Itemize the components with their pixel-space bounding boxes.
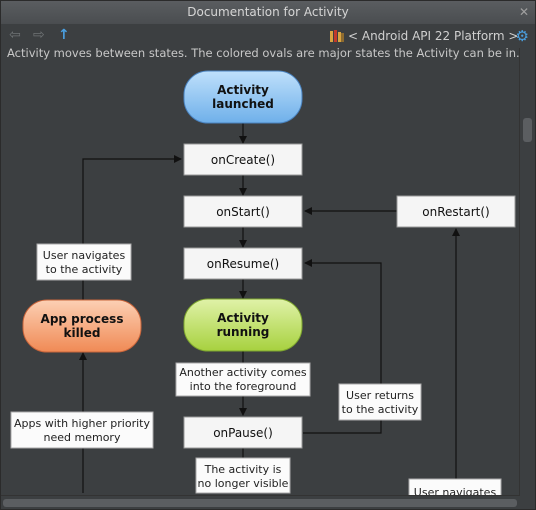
up-arrow-icon[interactable]: ↑	[58, 27, 70, 43]
title-bar: Documentation for Activity ✕	[1, 1, 535, 25]
note-priority: Apps with higher priority need memory	[10, 411, 154, 449]
documentation-window: Documentation for Activity ✕ ⇦ ⇨ ↑ < And…	[0, 0, 536, 510]
note-not-visible: The activity is no longer visible	[195, 457, 291, 494]
horizontal-scrollbar[interactable]	[1, 495, 520, 509]
note-foreground-line1: Another activity comes	[179, 366, 307, 379]
pin-icon[interactable]: ✕	[519, 5, 529, 19]
state-launched: Activity launched	[183, 70, 303, 124]
library-icon	[330, 30, 344, 42]
state-running-line2: running	[217, 325, 270, 339]
method-onresume: onResume()	[183, 247, 303, 280]
note-foreground: Another activity comes into the foregrou…	[175, 362, 311, 397]
window-title: Documentation for Activity	[187, 5, 349, 19]
state-launched-line2: launched	[212, 97, 274, 111]
platform-label: < Android API 22 Platform >	[348, 29, 519, 43]
vertical-scrollbar[interactable]	[519, 48, 535, 495]
note-user-returns-line2: to the activity	[342, 403, 419, 416]
state-running-line1: Activity	[217, 311, 269, 325]
method-onstart-label: onStart()	[216, 205, 270, 219]
method-onrestart-label: onRestart()	[422, 205, 489, 219]
vertical-scroll-thumb[interactable]	[523, 118, 532, 142]
back-arrow-icon[interactable]: ⇦	[9, 27, 21, 43]
state-running: Activity running	[183, 298, 303, 352]
horizontal-scroll-thumb[interactable]	[3, 499, 517, 507]
note-user-navigates-line1: User navigates	[43, 249, 126, 262]
note-not-visible-line1: The activity is	[204, 463, 282, 476]
method-onstart: onStart()	[183, 195, 303, 228]
note-priority-line2: need memory	[44, 431, 121, 444]
documentation-content: Activity moves between states. The color…	[1, 48, 520, 495]
state-killed-line1: App process	[41, 312, 124, 326]
note-user-navigates-2-line1: User navigates	[414, 486, 497, 495]
note-foreground-line2: into the foreground	[190, 380, 297, 393]
method-onpause-label: onPause()	[213, 426, 273, 440]
state-launched-line1: Activity	[217, 83, 269, 97]
activity-lifecycle-diagram: Activity launched Activity running App p…	[10, 70, 516, 495]
toolbar: ⇦ ⇨ ↑ < Android API 22 Platform > ⚙	[1, 24, 535, 48]
note-user-navigates: User navigates to the activity	[36, 243, 132, 281]
note-user-navigates-line2: to the activity	[46, 263, 123, 276]
forward-arrow-icon[interactable]: ⇨	[33, 27, 45, 43]
note-priority-line1: Apps with higher priority	[14, 417, 151, 430]
method-onresume-label: onResume()	[207, 257, 279, 271]
gear-icon[interactable]: ⚙	[516, 27, 529, 45]
note-user-returns-line1: User returns	[346, 389, 414, 402]
method-oncreate-label: onCreate()	[211, 153, 275, 167]
note-not-visible-line2: no longer visible	[198, 477, 289, 490]
platform-selector[interactable]: < Android API 22 Platform >	[330, 27, 518, 45]
scroll-corner	[520, 495, 535, 509]
method-onpause: onPause()	[183, 416, 303, 449]
state-killed: App process killed	[22, 299, 142, 353]
state-killed-line2: killed	[63, 326, 100, 340]
note-user-navigates-2: User navigates	[408, 478, 502, 495]
method-oncreate: onCreate()	[183, 143, 303, 176]
method-onrestart: onRestart()	[396, 195, 516, 228]
note-user-returns: User returns to the activity	[338, 383, 422, 421]
